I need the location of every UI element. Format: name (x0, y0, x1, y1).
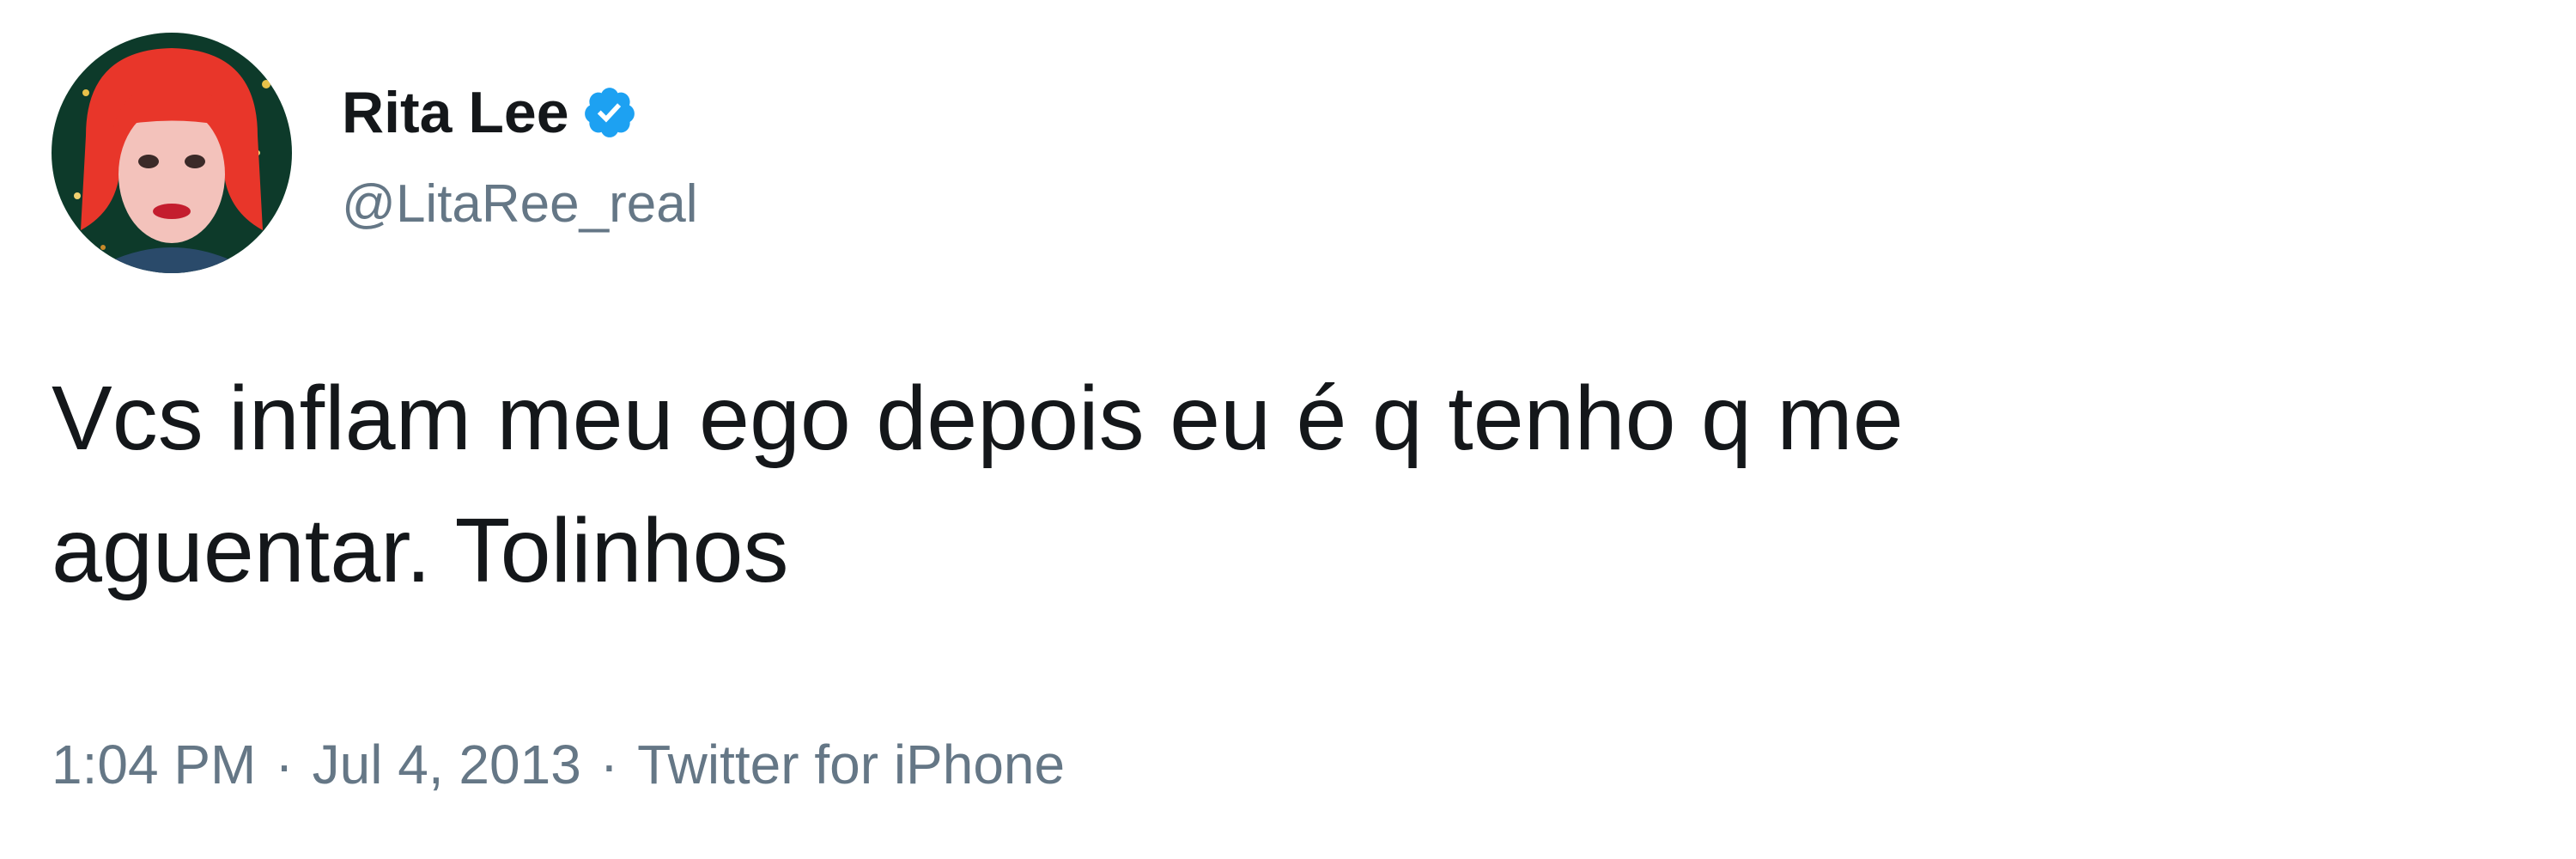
tweet-text: Vcs inflam meu ego depois eu é q tenho q… (52, 368, 1904, 601)
separator: · (275, 734, 294, 795)
tweet-time[interactable]: 1:04 PM (52, 722, 256, 807)
author-name-row: Rita Lee (342, 65, 638, 160)
avatar[interactable] (52, 33, 292, 273)
tweet-metadata: 1:04 PM · Jul 4, 2013 · Twitter for iPho… (52, 722, 1065, 807)
avatar-image (52, 33, 292, 273)
display-name[interactable]: Rita Lee (342, 79, 569, 146)
tweet-date[interactable]: Jul 4, 2013 (313, 722, 581, 807)
tweet-card: Rita Lee @LitaRee_real Vcs inflam meu eg… (0, 0, 2576, 859)
separator: · (599, 734, 619, 795)
tweet-source[interactable]: Twitter for iPhone (637, 722, 1065, 807)
user-handle[interactable]: @LitaRee_real (342, 161, 698, 247)
verified-badge-icon (581, 84, 638, 141)
